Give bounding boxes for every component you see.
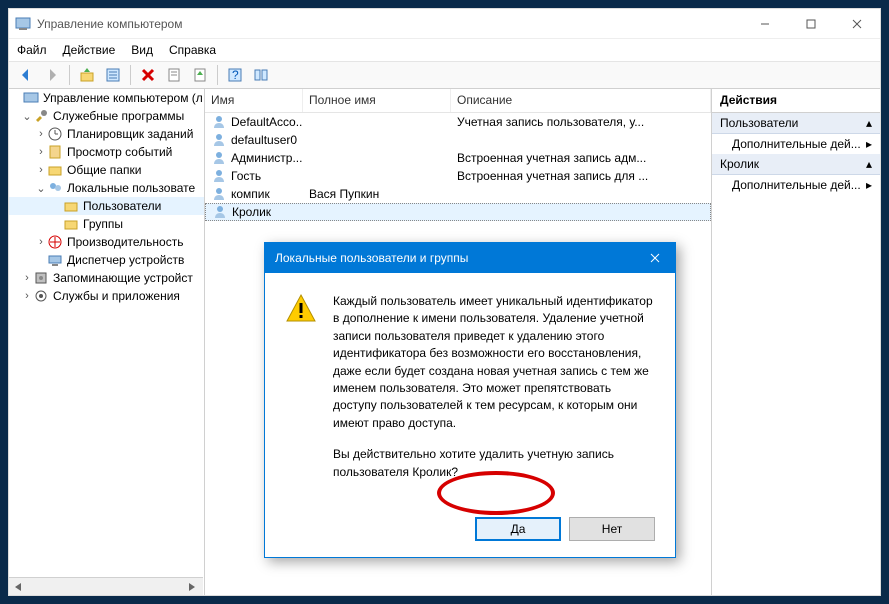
collapse-icon: ▴ (866, 116, 872, 130)
users-icon (47, 180, 63, 196)
folder-icon (63, 216, 79, 232)
titlebar: Управление компьютером (9, 9, 880, 39)
chevron-right-icon: ▸ (866, 178, 872, 192)
user-row[interactable]: Гость Встроенная учетная запись для ... (205, 167, 711, 185)
column-name[interactable]: Имя (205, 89, 303, 112)
dialog-close-button[interactable] (645, 248, 665, 268)
tree-sys-tools[interactable]: ⌄ Служебные программы (9, 107, 204, 125)
scroll-right-icon[interactable] (185, 580, 201, 594)
actions-header: Действия (712, 89, 880, 113)
user-desc: Встроенная учетная запись для ... (457, 169, 648, 183)
tree-pane[interactable]: › Управление компьютером (л ⌄ Служебные … (9, 89, 205, 595)
user-desc: Учетная запись пользователя, у... (457, 115, 644, 129)
svg-text:?: ? (232, 68, 239, 82)
close-button[interactable] (834, 9, 880, 38)
actions-pane: Действия Пользователи ▴ Дополнительные д… (712, 89, 880, 595)
actions-more-1[interactable]: Дополнительные дей... ▸ (712, 134, 880, 154)
forward-button[interactable] (41, 64, 63, 86)
tree-users[interactable]: › Пользователи (9, 197, 204, 215)
user-name: компик (231, 187, 270, 201)
menu-action[interactable]: Действие (63, 43, 116, 57)
storage-icon (33, 270, 49, 286)
user-icon (211, 132, 227, 148)
tree-devmgr[interactable]: › Диспетчер устройств (9, 251, 204, 269)
user-name: Администр... (231, 151, 302, 165)
help-button[interactable]: ? (224, 64, 246, 86)
dialog-message-2: Вы действительно хотите удалить учетную … (333, 446, 655, 481)
dialog-title: Локальные пользователи и группы (275, 251, 468, 265)
up-button[interactable] (76, 64, 98, 86)
user-name: Гость (231, 169, 261, 183)
column-desc[interactable]: Описание (451, 89, 711, 112)
collapse-icon: ▴ (866, 157, 872, 171)
menu-help[interactable]: Справка (169, 43, 216, 57)
delete-button[interactable] (137, 64, 159, 86)
export-button[interactable] (189, 64, 211, 86)
warning-icon (285, 293, 317, 325)
user-name: defaultuser0 (231, 133, 297, 147)
user-row[interactable]: Кролик (205, 203, 711, 221)
tree-storage[interactable]: › Запоминающие устройст (9, 269, 204, 287)
menubar: Файл Действие Вид Справка (9, 39, 880, 61)
dialog-message-1: Каждый пользователь имеет уникальный иде… (333, 293, 655, 432)
user-row[interactable]: DefaultAcco... Учетная запись пользовател… (205, 113, 711, 131)
confirm-dialog: Локальные пользователи и группы Каждый п… (264, 242, 676, 558)
actions-group-users[interactable]: Пользователи ▴ (712, 113, 880, 134)
tree-local-users[interactable]: ⌄ Локальные пользовате (9, 179, 204, 197)
tree-scheduler[interactable]: › Планировщик заданий (9, 125, 204, 143)
user-row[interactable]: компик Вася Пупкин (205, 185, 711, 203)
folder-icon (63, 198, 79, 214)
computer-mgmt-icon (23, 90, 39, 106)
user-name: Кролик (232, 205, 271, 219)
tree-groups[interactable]: › Группы (9, 215, 204, 233)
toolbar: ? (9, 61, 880, 89)
column-fullname[interactable]: Полное имя (303, 89, 451, 112)
clock-icon (47, 126, 63, 142)
tree-shared[interactable]: › Общие папки (9, 161, 204, 179)
window-title: Управление компьютером (37, 17, 742, 31)
tree-services[interactable]: › Службы и приложения (9, 287, 204, 305)
user-row[interactable]: Администр... Встроенная учетная запись ад… (205, 149, 711, 167)
tree-events[interactable]: › Просмотр событий (9, 143, 204, 161)
dialog-yes-button[interactable]: Да (475, 517, 561, 541)
list-header: Имя Полное имя Описание (205, 89, 711, 113)
properties-button[interactable] (102, 64, 124, 86)
user-fullname: Вася Пупкин (309, 187, 379, 201)
menu-file[interactable]: Файл (17, 43, 47, 57)
tree-hscroll[interactable] (9, 577, 203, 595)
user-icon (212, 204, 228, 220)
user-icon (211, 186, 227, 202)
refresh-button[interactable] (163, 64, 185, 86)
user-icon (211, 150, 227, 166)
dialog-no-button[interactable]: Нет (569, 517, 655, 541)
tools-icon (33, 108, 49, 124)
user-row[interactable]: defaultuser0 (205, 131, 711, 149)
menu-view[interactable]: Вид (131, 43, 153, 57)
event-icon (47, 144, 63, 160)
minimize-button[interactable] (742, 9, 788, 38)
back-button[interactable] (15, 64, 37, 86)
maximize-button[interactable] (788, 9, 834, 38)
scroll-left-icon[interactable] (11, 580, 27, 594)
user-icon (211, 114, 227, 130)
app-icon (15, 16, 31, 32)
user-name: DefaultAcco... (231, 115, 303, 129)
chevron-right-icon: ▸ (866, 137, 872, 151)
perf-icon (47, 234, 63, 250)
tree-root[interactable]: › Управление компьютером (л (9, 89, 204, 107)
actions-group-selected[interactable]: Кролик ▴ (712, 154, 880, 175)
device-icon (47, 252, 63, 268)
dialog-titlebar: Локальные пользователи и группы (265, 243, 675, 273)
actions-more-2[interactable]: Дополнительные дей... ▸ (712, 175, 880, 195)
tree-perf[interactable]: › Производительность (9, 233, 204, 251)
services-icon (33, 288, 49, 304)
folder-share-icon (47, 162, 63, 178)
columns-button[interactable] (250, 64, 272, 86)
user-icon (211, 168, 227, 184)
user-desc: Встроенная учетная запись адм... (457, 151, 646, 165)
